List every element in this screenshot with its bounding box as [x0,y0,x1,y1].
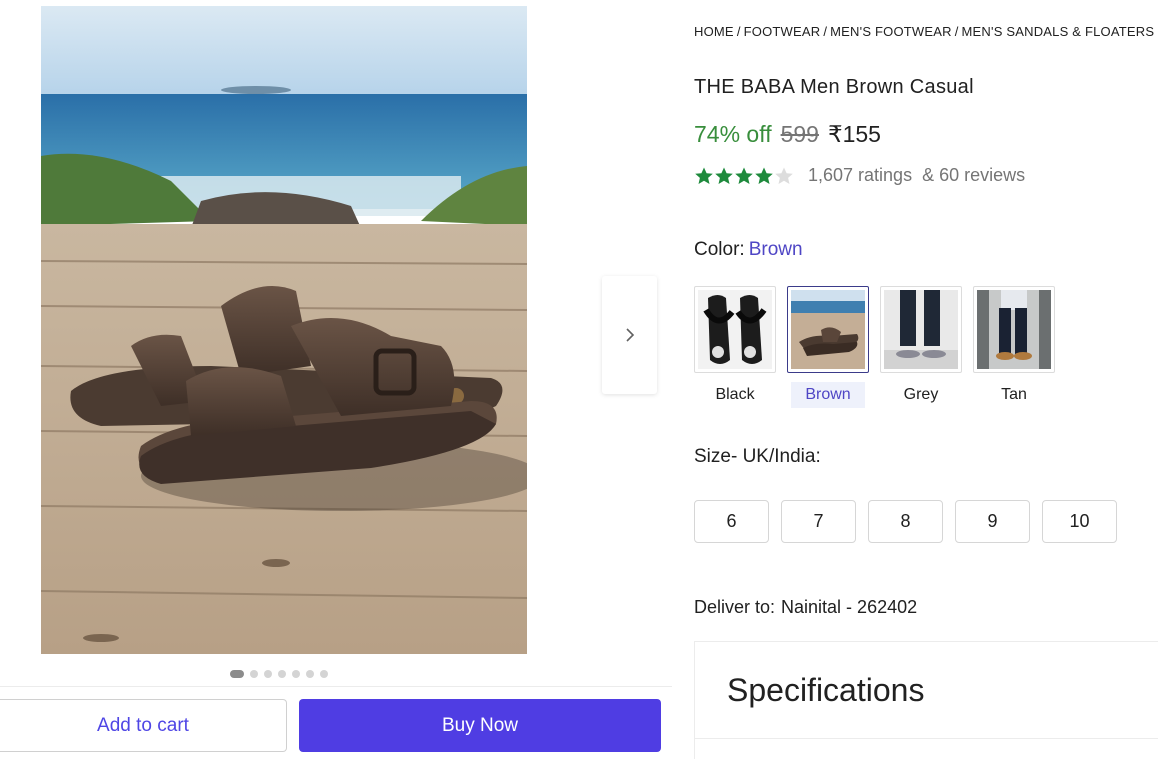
color-option-label: Grey [903,386,939,403]
product-main-image[interactable] [41,6,527,654]
add-to-cart-button[interactable]: Add to cart [0,699,287,752]
carousel-dot[interactable] [278,670,286,678]
breadcrumb-mens-footwear[interactable]: MEN'S FOOTWEAR [830,24,952,39]
swatch-thumb-grey [880,286,962,373]
deliver-to-label: Deliver to: [694,597,776,617]
rating-row: 1,607 ratings & 60 reviews [694,165,1025,186]
carousel-dot[interactable] [306,670,314,678]
star-icon [695,167,713,184]
color-label-text: Color: [694,239,745,260]
size-options: 6 7 8 9 10 [694,500,1117,543]
color-option-black[interactable]: Black [694,286,776,408]
carousel-dot[interactable] [230,670,244,678]
tan-sandal-thumbnail [977,290,1051,369]
price-row: 74% off 599 ₹155 [694,121,881,148]
specifications-section: Specifications [694,641,1158,759]
action-bar: Add to cart Buy Now [0,686,672,759]
color-option-label: Tan [1001,386,1027,403]
specifications-title: Specifications [727,672,925,708]
color-option-label: Black [715,386,755,403]
color-label: Color: Brown [694,239,803,261]
breadcrumb-separator: / [736,24,741,39]
color-swatches: Black Brown Grey Tan [694,286,1055,408]
image-carousel-dots [230,670,328,678]
breadcrumb-footwear[interactable]: FOOTWEAR [744,24,821,39]
sandals-photo [41,6,527,654]
swatch-thumb-brown [787,286,869,373]
reviews-count[interactable]: & 60 reviews [922,165,1025,186]
star-icon [755,167,773,184]
delivery-pincode[interactable]: Nainital - 262402 [781,597,917,617]
breadcrumb-mens-sandals[interactable]: MEN'S SANDALS & FLOATERS [962,24,1155,39]
star-icon [715,167,733,184]
carousel-dot[interactable] [320,670,328,678]
size-option[interactable]: 9 [955,500,1030,543]
color-option-grey[interactable]: Grey [880,286,962,408]
carousel-dot[interactable] [292,670,300,678]
chevron-right-icon [625,328,634,342]
breadcrumb-home[interactable]: HOME [694,24,734,39]
product-title: THE BABA Men Brown Casual [694,76,974,98]
carousel-dot[interactable] [264,670,272,678]
delivery-location: Deliver to: Nainital - 262402 [694,597,917,618]
star-icon [775,167,793,184]
original-price: 599 [780,121,819,147]
selected-color: Brown [748,239,803,260]
brown-sandal-thumbnail [791,290,865,369]
breadcrumb-separator: / [823,24,828,39]
color-option-brown[interactable]: Brown [787,286,869,408]
buy-now-button[interactable]: Buy Now [299,699,661,752]
color-option-tan[interactable]: Tan [973,286,1055,408]
size-option[interactable]: 8 [868,500,943,543]
specifications-divider [695,738,1158,739]
next-image-button[interactable] [602,276,657,394]
ratings-count[interactable]: 1,607 ratings [808,165,912,186]
star-icon [735,167,753,184]
size-option[interactable]: 10 [1042,500,1117,543]
swatch-thumb-black [694,286,776,373]
swatch-thumb-tan [973,286,1055,373]
breadcrumb: HOME / FOOTWEAR / MEN'S FOOTWEAR / MEN'S SANDA… [694,24,1154,39]
selling-price: ₹155 [827,121,881,147]
carousel-dot[interactable] [250,670,258,678]
size-option[interactable]: 7 [781,500,856,543]
star-rating [694,166,794,186]
color-option-label: Brown [791,382,865,408]
breadcrumb-separator: / [954,24,959,39]
grey-sandal-thumbnail [884,290,958,369]
black-sandal-thumbnail [698,290,772,369]
size-option[interactable]: 6 [694,500,769,543]
discount-percent: 74% off [694,121,772,147]
size-label: Size- UK/India: [694,446,821,467]
